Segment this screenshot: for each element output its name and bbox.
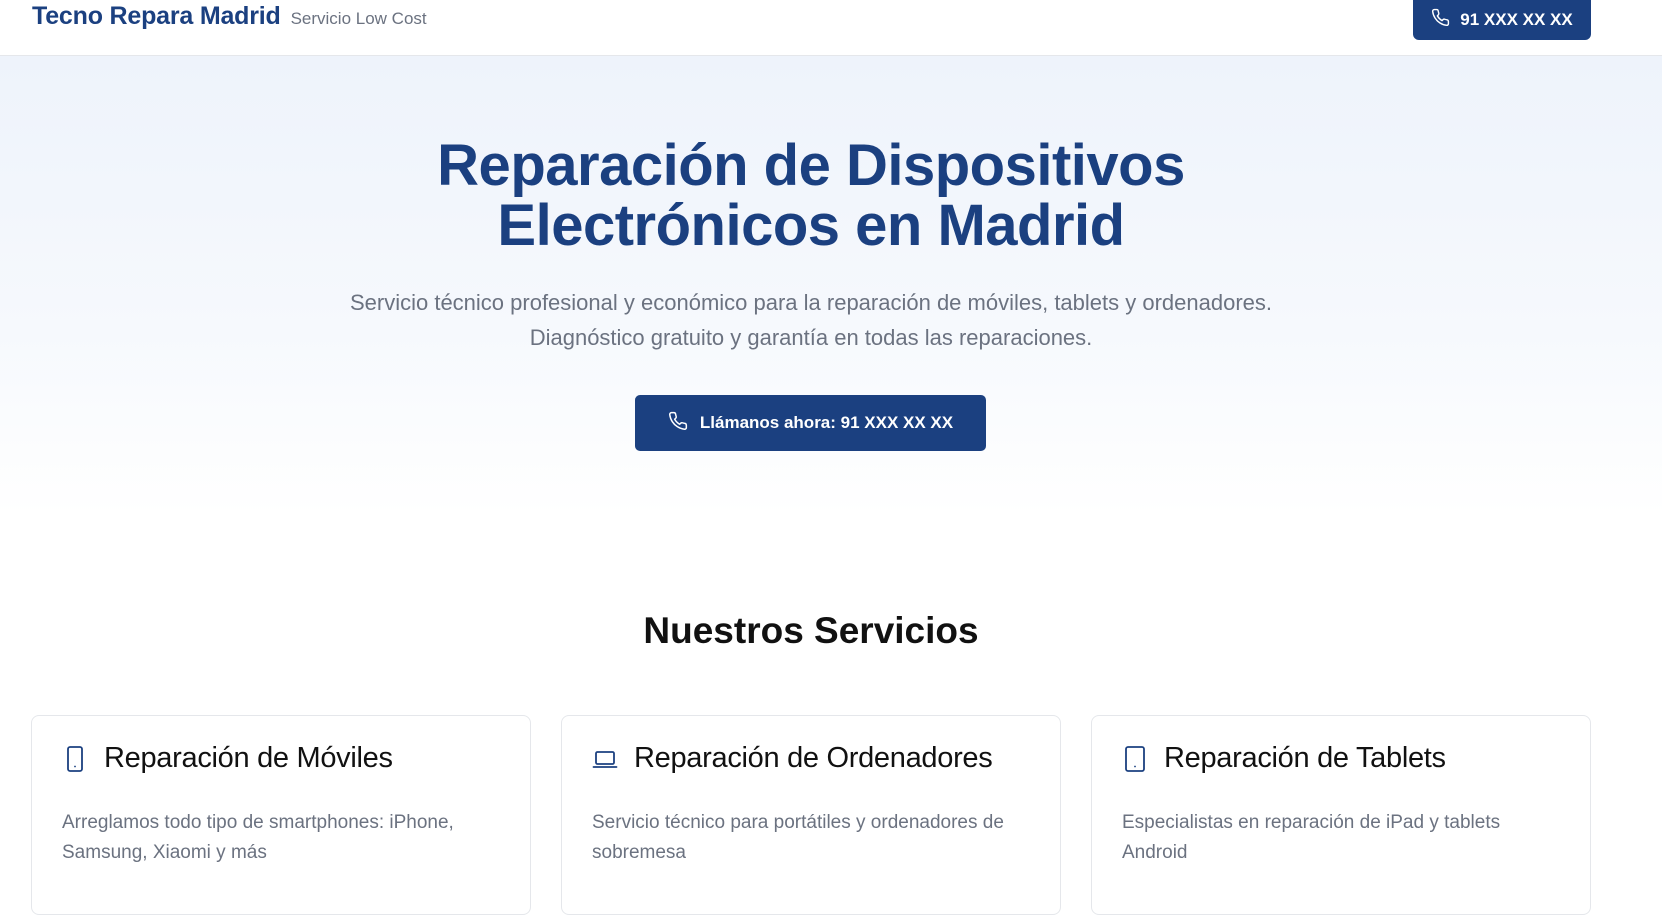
call-now-button[interactable]: Llámanos ahora: 91 XXX XX XX: [635, 395, 986, 451]
header-phone-button[interactable]: 91 XXX XX XX: [1413, 0, 1591, 40]
service-card-computers[interactable]: Reparación de Ordenadores Servicio técni…: [561, 715, 1061, 915]
hero-title-line-1: Reparación de Dispositivos: [437, 133, 1185, 198]
service-card-title: Reparación de Tablets: [1164, 742, 1446, 774]
brand-name[interactable]: Tecno Repara Madrid: [32, 2, 281, 31]
service-card-title: Reparación de Móviles: [104, 742, 393, 774]
hero-subtitle-line-1: Servicio técnico profesional y económico…: [349, 290, 1273, 315]
brand-tagline: Servicio Low Cost: [290, 9, 427, 28]
phone-icon: [668, 411, 688, 436]
tablet-icon: [1122, 744, 1148, 774]
call-now-label: Llámanos ahora: 91 XXX XX XX: [699, 413, 954, 432]
hero-subtitle: Servicio técnico profesional y económico…: [0, 285, 1622, 355]
laptop-icon: [592, 744, 618, 774]
service-card-description: Especialistas en reparación de iPad y ta…: [1122, 812, 1501, 863]
service-card-description: Servicio técnico para portátiles y orden…: [592, 812, 1004, 863]
hero-title: Reparación de Dispositivos Electrónicos …: [0, 136, 1622, 256]
service-card-header: Reparación de Ordenadores: [592, 742, 993, 775]
smartphone-icon: [62, 744, 88, 774]
service-card-mobiles[interactable]: Reparación de Móviles Arreglamos todo ti…: [31, 715, 531, 915]
service-card-header: Reparación de Móviles: [62, 742, 393, 775]
service-card-tablets[interactable]: Reparación de Tablets Especialistas en r…: [1091, 715, 1591, 915]
phone-icon: [1431, 8, 1450, 32]
site-header: Tecno Repara Madrid Servicio Low Cost 91…: [0, 0, 1662, 56]
brand[interactable]: Tecno Repara Madrid Servicio Low Cost: [32, 2, 427, 31]
hero-subtitle-line-2: Diagnóstico gratuito y garantía en todas…: [529, 325, 1093, 350]
header-phone-label: 91 XXX XX XX: [1460, 10, 1573, 29]
service-card-header: Reparación de Tablets: [1122, 742, 1446, 775]
hero-title-line-2: Electrónicos en Madrid: [497, 193, 1125, 258]
service-card-description: Arreglamos todo tipo de smartphones: iPh…: [62, 812, 454, 863]
service-card-title: Reparación de Ordenadores: [634, 742, 993, 774]
services-title: Nuestros Servicios: [643, 610, 979, 651]
hero-section: Reparación de Dispositivos Electrónicos …: [0, 56, 1662, 516]
